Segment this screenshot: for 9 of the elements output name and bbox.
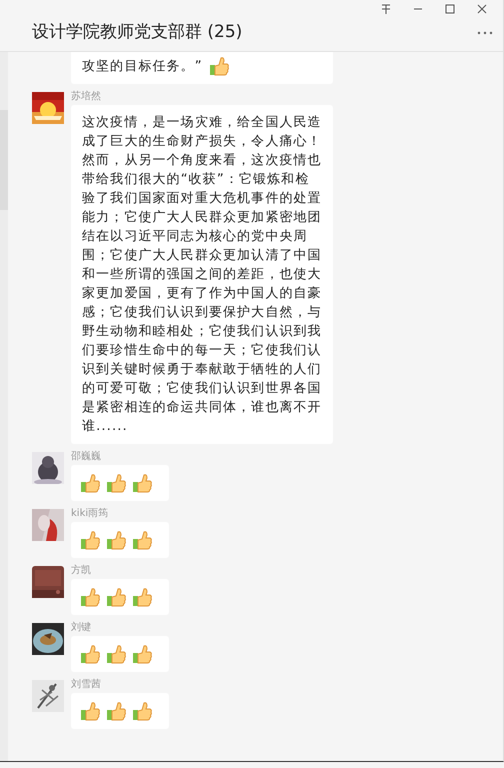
sender-name: 苏培然 (71, 90, 102, 103)
sender-name: kiki雨筠 (71, 507, 110, 520)
window-title: 设计学院教师党支部群 (25) (32, 21, 242, 44)
sender-name: 刘键 (71, 621, 92, 634)
message-text: 这次疫情，是一场灾难，给全国人民造成了巨大的生命财产损失，令人痛心！然而，从另一个角度来看，这次疫情也带给我们很大的“收获”：它锻炼和检验了我们国家面对重大危机事件的处置能力；它使广大人民群众更加紧密地团结在以习近平同志为核心的党中央周围；它使广大人民群众更加认清了中国和一些所谓的强国之间的差距，也使大家更加爱国，更有了作为中国人的自豪感；它使我们认识到要保护大自然，与野生动物和睦相处；它使我们认识到我们要珍惜生命中的每一天；它使我们认识到关键时候勇于奉献敢于牺牲的人们的可爱可敬；它使我们认识到世界各国是紧密相连的命运共同体，谁也离不开谁...... (82, 115, 322, 434)
message-text: 攻坚的目标任务。” (82, 58, 203, 76)
sender-name: 邵巍巍 (71, 450, 102, 463)
sender-name: 刘雪茜 (71, 678, 102, 691)
sender-name: 方凯 (71, 564, 92, 577)
